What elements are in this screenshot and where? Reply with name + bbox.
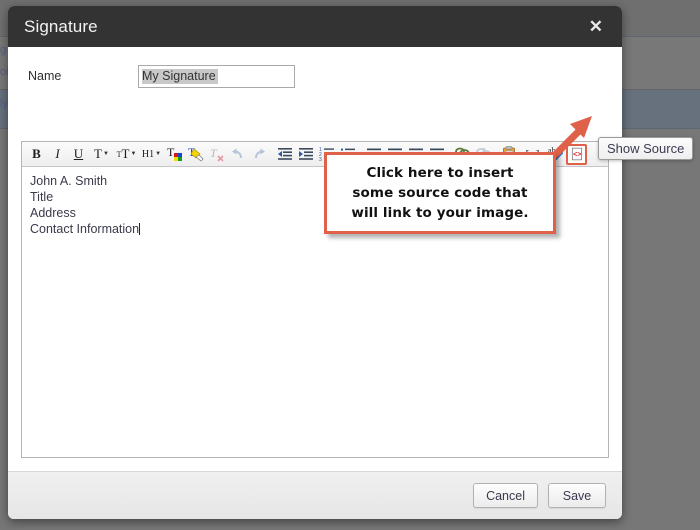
- close-icon[interactable]: ✕: [584, 15, 608, 38]
- name-label: Name: [28, 69, 138, 83]
- name-input-wrapper: My Signature: [138, 65, 295, 88]
- bold-icon[interactable]: B: [26, 144, 47, 165]
- annotation-line: will link to your image.: [351, 203, 528, 223]
- remove-format-icon[interactable]: T: [206, 144, 227, 165]
- show-source-tooltip: Show Source: [598, 137, 693, 160]
- save-button[interactable]: Save: [548, 483, 606, 508]
- italic-icon[interactable]: I: [47, 144, 68, 165]
- underline-icon[interactable]: U: [68, 144, 89, 165]
- dialog-header: Signature ✕: [8, 6, 622, 47]
- name-field-row: Name My Signature: [8, 47, 622, 87]
- cancel-button[interactable]: Cancel: [473, 483, 538, 508]
- decrease-indent-icon[interactable]: [274, 144, 295, 165]
- font-size-icon[interactable]: T T ▼: [114, 144, 139, 165]
- font-name-icon[interactable]: T ▼: [89, 144, 114, 165]
- annotation-callout: Click here to insert some source code th…: [324, 152, 556, 234]
- svg-text:T: T: [210, 146, 218, 160]
- editor-line-text: Contact Information: [30, 222, 139, 236]
- signature-dialog: Signature ✕ Name My Signature B I: [8, 6, 622, 519]
- name-input[interactable]: [138, 65, 295, 88]
- dialog-footer: Cancel Save: [8, 471, 622, 519]
- svg-text:<>: <>: [573, 151, 581, 159]
- dialog-body: Name My Signature B I U T: [8, 47, 622, 471]
- background-text-fragment-1: g: [0, 44, 8, 56]
- annotation-line: some source code that: [352, 183, 527, 203]
- undo-icon[interactable]: [227, 144, 248, 165]
- text-caret: [139, 223, 140, 235]
- annotation-line: Click here to insert: [366, 163, 513, 183]
- show-source-icon[interactable]: <>: [566, 144, 587, 165]
- svg-text:3: 3: [319, 157, 322, 163]
- increase-indent-icon[interactable]: [295, 144, 316, 165]
- heading-icon[interactable]: H1 ▼: [139, 144, 164, 165]
- text-color-icon[interactable]: T: [164, 144, 185, 165]
- svg-text:T: T: [167, 145, 175, 159]
- redo-icon[interactable]: [248, 144, 269, 165]
- background-text-fragment-2: oi: [0, 66, 8, 78]
- dialog-title: Signature: [24, 17, 98, 37]
- text-highlight-icon[interactable]: T: [185, 144, 206, 165]
